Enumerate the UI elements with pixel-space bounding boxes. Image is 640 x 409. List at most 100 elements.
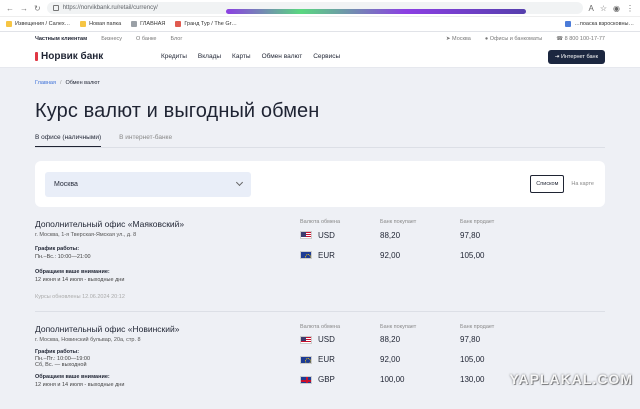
office-divider (35, 310, 605, 312)
rates-header: Валюта обмена Банк покупает Банк продает (300, 219, 570, 225)
site-top-strip: Частным клиентам Бизнесу О банке Блог ➤ … (0, 32, 640, 46)
us-flag-icon (300, 231, 312, 239)
office-title[interactable]: Дополнительный офис «Маяковский» (35, 219, 300, 229)
nav-links: Кредиты Вклады Карты Обмен валют Сервисы (161, 53, 340, 60)
translate-icon[interactable]: A (589, 4, 594, 13)
currency-code: EUR (318, 355, 335, 365)
watermark: YAPLAKAL.COM (509, 371, 633, 387)
office-title[interactable]: Дополнительный офис «Новинский» (35, 324, 300, 334)
internet-bank-button[interactable]: ⇥ Интернет банк (547, 49, 605, 64)
office-info: Дополнительный офис «Маяковский» г. Моск… (35, 219, 300, 300)
page-icon (131, 20, 138, 27)
gb-flag-icon (300, 375, 312, 384)
tab-online[interactable]: В интернет-банке (119, 134, 172, 147)
page-icon (565, 20, 572, 27)
page-icon (175, 20, 182, 27)
rate-row: EUR 92,00 105,00 (300, 245, 570, 265)
bookmarks-bar: Извещения / Салех… Новая папка ГЛАВНАЯ Г… (0, 16, 640, 30)
currency-code: USD (318, 335, 335, 345)
exchange-tabs: В офисе (наличными) В интернет-банке (35, 134, 605, 147)
page-content: Главная / Обмен валют Курс валют и выгод… (0, 80, 640, 389)
rate-row: USD 88,20 97,80 (300, 225, 570, 245)
sell-rate: 105,00 (460, 355, 485, 365)
map-view-button[interactable]: На карте (566, 176, 599, 192)
breadcrumb: Главная / Обмен валют (35, 80, 605, 86)
redaction-scribble (226, 9, 526, 14)
segment-about[interactable]: О банке (136, 36, 156, 42)
chevron-down-icon (235, 178, 244, 187)
top-strip-right: ➤ Москва ● Офисы и банкоматы ☎ 8 800 100… (446, 36, 605, 42)
rates-header: Валюта обмена Банк покупает Банк продает (300, 324, 570, 330)
segment-blog[interactable]: Блог (170, 36, 182, 42)
notice-value: 12 июня и 14 июля - выходные дни (35, 277, 125, 284)
currency-code: EUR (318, 250, 335, 260)
star-icon[interactable]: ☆ (600, 4, 607, 13)
rates-table: Валюта обмена Банк покупает Банк продает… (300, 219, 570, 265)
tab-office[interactable]: В офисе (наличными) (35, 134, 102, 147)
office-address: г. Москва, Новинский бульвар, 20а, стр. … (35, 336, 141, 343)
currency-code: USD (318, 230, 335, 240)
logo-mark-icon (35, 52, 38, 61)
segment-business[interactable]: Бизнесу (101, 36, 122, 42)
nav-exchange[interactable]: Обмен валют (262, 53, 303, 60)
browser-nav: ← → ↻ (6, 4, 41, 13)
phone-icon: ☎ (556, 36, 565, 42)
nav-cards[interactable]: Карты (232, 53, 251, 60)
bookmark-item[interactable]: Новая папка (80, 20, 121, 27)
nav-credits[interactable]: Кредиты (161, 53, 187, 60)
filter-panel: Москва Списком На карте (35, 161, 605, 207)
reload-icon[interactable]: ↻ (34, 4, 41, 13)
office-card: Дополнительный офис «Маяковский» г. Моск… (35, 219, 605, 300)
tabs-divider (35, 147, 605, 148)
offices-link[interactable]: ● Офисы и банкоматы (485, 36, 542, 42)
folder-icon (80, 20, 87, 27)
notice-label: Обращаем ваше внимание: (35, 374, 110, 381)
city-link[interactable]: ➤ Москва (446, 36, 471, 42)
segment-switcher: Частным клиентам Бизнесу О банке Блог (35, 36, 182, 42)
list-view-button[interactable]: Списком (530, 175, 565, 193)
folder-icon (6, 20, 12, 27)
page-title: Курс валют и выгодный обмен (35, 100, 320, 122)
sell-rate: 97,80 (460, 230, 481, 240)
schedule-value: Пн.–Вс.: 10:00—21:00 (35, 254, 91, 260)
city-select-value: Москва (54, 180, 78, 188)
breadcrumb-home[interactable]: Главная (35, 80, 56, 86)
bookmark-item[interactable]: …поаска взросковны… (565, 20, 634, 27)
col-currency: Валюта обмена (300, 323, 341, 330)
rates-updated: Курсы обновлены 12.06.2024 20:12 (35, 293, 125, 300)
logo[interactable]: Норвик банк (35, 51, 103, 62)
bookmark-item[interactable]: Извещения / Салех… (6, 20, 70, 27)
url-text: https://norvikbank.ru/retail/currency/ (62, 5, 158, 11)
col-sell: Банк продает (460, 219, 495, 225)
sell-rate: 97,80 (460, 335, 481, 345)
buy-rate: 88,20 (380, 335, 401, 345)
notice-label: Обращаем ваше внимание: (35, 269, 110, 276)
back-icon[interactable]: ← (6, 4, 14, 13)
lock-icon (52, 5, 59, 11)
bookmark-item[interactable]: ГЛАВНАЯ (131, 20, 165, 27)
main-nav: Норвик банк Кредиты Вклады Карты Обмен в… (0, 46, 640, 68)
buy-rate: 92,00 (380, 250, 401, 260)
phone-link[interactable]: ☎ 8 800 100-17-77 (556, 36, 605, 42)
breadcrumb-separator: / (59, 80, 62, 86)
col-buy: Банк покупает (380, 219, 417, 225)
view-toggle: Списком На карте (530, 175, 599, 193)
browser-chrome: ← → ↻ https://norvikbank.ru/retail/curre… (0, 0, 640, 32)
rate-row: EUR 92,00 105,00 (300, 350, 570, 370)
schedule-label: График работы: (35, 246, 80, 252)
forward-icon[interactable]: → (20, 4, 28, 13)
city-select[interactable]: Москва (45, 171, 251, 197)
menu-icon[interactable]: ⋮ (626, 4, 634, 13)
notice-value: 12 июня и 14 июля - выходные дни (35, 382, 125, 389)
eu-flag-icon (300, 355, 312, 364)
extension-icon[interactable]: ◉ (613, 4, 620, 13)
nav-deposits[interactable]: Вклады (198, 53, 221, 60)
browser-actions: A ☆ ◉ ⋮ (589, 4, 635, 13)
nav-services[interactable]: Сервисы (313, 53, 340, 60)
segment-private[interactable]: Частным клиентам (35, 36, 87, 42)
sell-rate: 105,00 (460, 250, 485, 260)
col-buy: Банк покупает (380, 323, 417, 330)
schedule-value-2: Сб, Вс. — выходной (35, 362, 87, 369)
rate-row: USD 88,20 97,80 (300, 330, 570, 350)
bookmark-item[interactable]: Гранд Тур / The Gr… (175, 20, 237, 27)
